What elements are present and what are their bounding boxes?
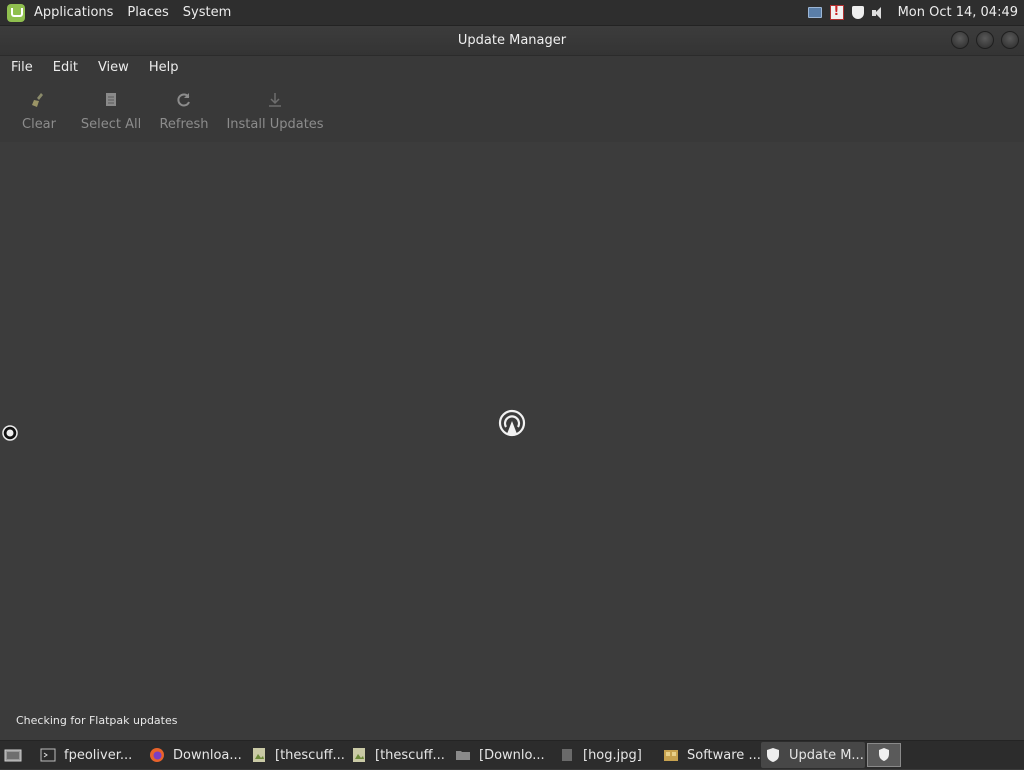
task-label: Downloa... [173,747,242,763]
alert-icon[interactable] [829,4,844,20]
menu-file[interactable]: File [0,56,43,80]
image-icon [251,747,267,763]
broom-icon [30,91,48,109]
task-label: fpeoliver... [64,747,133,763]
refresh-label: Refresh [159,117,209,132]
task-update-manager[interactable]: Update M... [761,742,865,768]
maximize-button[interactable] [976,31,994,49]
status-text: Checking for Flatpak updates [16,714,178,727]
download-icon [266,91,284,109]
clear-label: Clear [22,117,56,132]
menu-help[interactable]: Help [139,56,189,80]
volume-icon[interactable] [871,6,886,19]
firefox-icon [149,747,165,763]
refresh-button[interactable]: Refresh [159,80,209,140]
software-manager-icon [663,747,679,763]
folder-icon [455,747,471,763]
menubar: File Edit View Help [0,56,1024,80]
window-titlebar[interactable]: Update Manager [0,26,1024,56]
toolbar: Clear Select All Refresh Install Updates [0,80,1024,142]
shield-icon [765,747,781,763]
image-icon [351,747,367,763]
menu-view[interactable]: View [88,56,139,80]
applications-menu[interactable]: Applications [25,0,120,25]
install-updates-button[interactable]: Install Updates [226,80,324,140]
document-icon [102,91,120,109]
shield-icon[interactable] [851,6,864,19]
system-menu[interactable]: System [176,0,238,25]
select-all-button[interactable]: Select All [80,80,142,140]
terminal-icon [40,747,56,763]
file-icon [559,747,575,763]
task-label: [hog.jpg] [583,747,642,763]
mint-logo-icon[interactable] [7,3,25,22]
task-firefox[interactable]: Downloa... [145,742,247,768]
install-updates-label: Install Updates [226,117,324,132]
task-image-viewer-1[interactable]: [thescuff... [247,742,347,768]
task-terminal[interactable]: fpeoliver... [36,742,139,768]
shield-icon [879,748,889,761]
minimize-button[interactable] [951,31,969,49]
loading-spinner-icon [498,409,526,437]
task-label: [thescuff... [275,747,345,763]
task-software-manager[interactable]: Software ... [659,742,761,768]
task-label: Update M... [789,747,864,763]
close-button[interactable] [1001,31,1019,49]
select-all-label: Select All [80,117,142,132]
task-file-manager[interactable]: [Downlo... [451,742,555,768]
statusbar: Checking for Flatpak updates [0,710,1024,740]
task-hog-image[interactable]: [hog.jpg] [555,742,659,768]
menu-edit[interactable]: Edit [43,56,88,80]
clock[interactable]: Mon Oct 14, 04:49 [890,0,1024,25]
show-desktop-icon[interactable] [2,744,24,766]
system-tray: Mon Oct 14, 04:49 [804,0,1024,25]
busy-cursor-icon [2,425,18,441]
window-title: Update Manager [457,33,567,48]
refresh-icon [175,91,193,109]
top-panel: Applications Places System Mon Oct 14, 0… [0,0,1024,26]
task-label: Software ... [687,747,761,763]
task-label: [thescuff... [375,747,445,763]
task-label: [Downlo... [479,747,545,763]
update-tray-button[interactable] [867,743,901,767]
network-icon[interactable] [807,7,822,18]
taskbar: fpeoliver... Downloa... [thescuff... [th… [0,740,1024,769]
task-image-viewer-2[interactable]: [thescuff... [347,742,451,768]
clear-button[interactable]: Clear [22,80,56,140]
places-menu[interactable]: Places [120,0,175,25]
